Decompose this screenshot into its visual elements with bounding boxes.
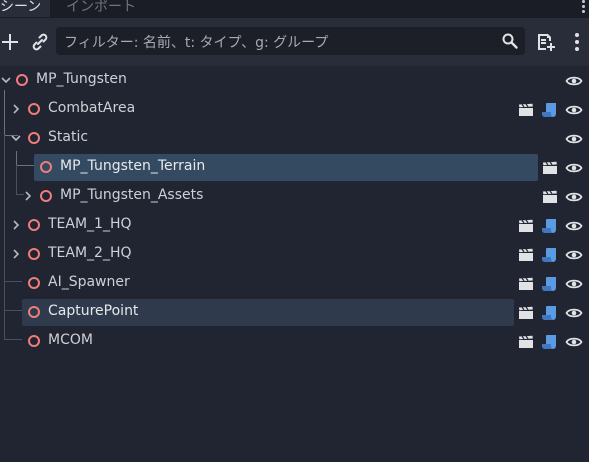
visibility-eye-icon[interactable] (565, 130, 583, 148)
clapperboard-icon[interactable] (541, 188, 559, 206)
tree-row-combatarea[interactable]: CombatArea (0, 95, 589, 124)
visibility-eye-icon[interactable] (565, 304, 583, 322)
tree-row-team-1-hq[interactable]: TEAM_1_HQ (0, 211, 589, 240)
tree-row-capturepoint[interactable]: CapturePoint (0, 298, 589, 327)
node-icon (28, 248, 40, 260)
add-script-icon (538, 34, 555, 51)
script-icon[interactable] (541, 101, 559, 119)
clapperboard-icon[interactable] (517, 246, 535, 264)
node-label: AI_Spawner (48, 274, 130, 290)
scene-tree: MP_Tungsten CombatArea Static MP_Tungste… (0, 66, 589, 462)
node-label: CapturePoint (48, 303, 139, 319)
node-label: TEAM_2_HQ (48, 245, 132, 261)
tree-row-team-2-hq[interactable]: TEAM_2_HQ (0, 240, 589, 269)
node-label: MP_Tungsten_Terrain (60, 158, 206, 174)
tree-row-mp-tungsten-terrain[interactable]: MP_Tungsten_Terrain (0, 153, 589, 182)
node-icon (28, 277, 40, 289)
script-icon[interactable] (541, 217, 559, 235)
visibility-eye-icon[interactable] (565, 159, 583, 177)
clapperboard-icon[interactable] (517, 275, 535, 293)
tree-row-static[interactable]: Static (0, 124, 589, 153)
plus-icon (2, 34, 18, 50)
visibility-eye-icon[interactable] (565, 188, 583, 206)
node-icon (28, 219, 40, 231)
attach-script-button[interactable] (533, 30, 557, 54)
node-icon (28, 103, 40, 115)
chevron-down-icon[interactable] (10, 132, 22, 144)
node-label: MP_Tungsten_Assets (60, 187, 204, 203)
script-icon[interactable] (541, 304, 559, 322)
node-icon (16, 74, 28, 86)
add-node-button[interactable] (0, 30, 22, 54)
tab-import[interactable]: インポート (66, 0, 136, 17)
tree-row-mp-tungsten-assets[interactable]: MP_Tungsten_Assets (0, 182, 589, 211)
node-icon (28, 306, 40, 318)
instantiate-scene-button[interactable] (28, 30, 52, 54)
node-icon (28, 335, 40, 347)
kebab-menu-icon (575, 33, 579, 51)
scene-toolbar: フィルター: 名前、t: タイプ、g: グループ (0, 18, 589, 66)
tree-row-mcom[interactable]: MCOM (0, 327, 589, 356)
clapperboard-icon[interactable] (517, 333, 535, 351)
visibility-eye-icon[interactable] (565, 275, 583, 293)
node-label: Static (48, 129, 89, 145)
visibility-eye-icon[interactable] (565, 101, 583, 119)
filter-placeholder: フィルター: 名前、t: タイプ、g: グループ (64, 35, 329, 51)
node-label: MP_Tungsten (36, 71, 127, 87)
script-icon[interactable] (541, 275, 559, 293)
scene-menu-button[interactable] (565, 30, 589, 54)
script-icon[interactable] (541, 333, 559, 351)
node-label: MCOM (48, 332, 93, 348)
visibility-eye-icon[interactable] (565, 333, 583, 351)
script-icon[interactable] (541, 246, 559, 264)
chevron-right-icon[interactable] (10, 219, 22, 231)
visibility-eye-icon[interactable] (565, 72, 583, 90)
dock-tab-bar: シーン インポート (0, 0, 589, 18)
link-icon (32, 33, 48, 51)
tree-row-mp-tungsten[interactable]: MP_Tungsten (0, 66, 589, 95)
chevron-right-icon[interactable] (22, 190, 34, 202)
visibility-eye-icon[interactable] (565, 246, 583, 264)
node-icon (40, 161, 52, 173)
tab-scene[interactable]: シーン (0, 0, 50, 17)
node-icon (40, 190, 52, 202)
chevron-right-icon[interactable] (10, 248, 22, 260)
search-icon (502, 33, 518, 49)
filter-input[interactable]: フィルター: 名前、t: タイプ、g: グループ (56, 27, 525, 55)
node-label: CombatArea (48, 100, 136, 116)
node-icon (28, 132, 40, 144)
clapperboard-icon[interactable] (541, 159, 559, 177)
node-label: TEAM_1_HQ (48, 216, 132, 232)
chevron-right-icon[interactable] (10, 103, 22, 115)
tab-menu-icon[interactable] (579, 0, 589, 16)
visibility-eye-icon[interactable] (565, 217, 583, 235)
clapperboard-icon[interactable] (517, 101, 535, 119)
chevron-down-icon[interactable] (0, 74, 12, 86)
tree-row-ai-spawner[interactable]: AI_Spawner (0, 269, 589, 298)
clapperboard-icon[interactable] (517, 217, 535, 235)
clapperboard-icon[interactable] (517, 304, 535, 322)
